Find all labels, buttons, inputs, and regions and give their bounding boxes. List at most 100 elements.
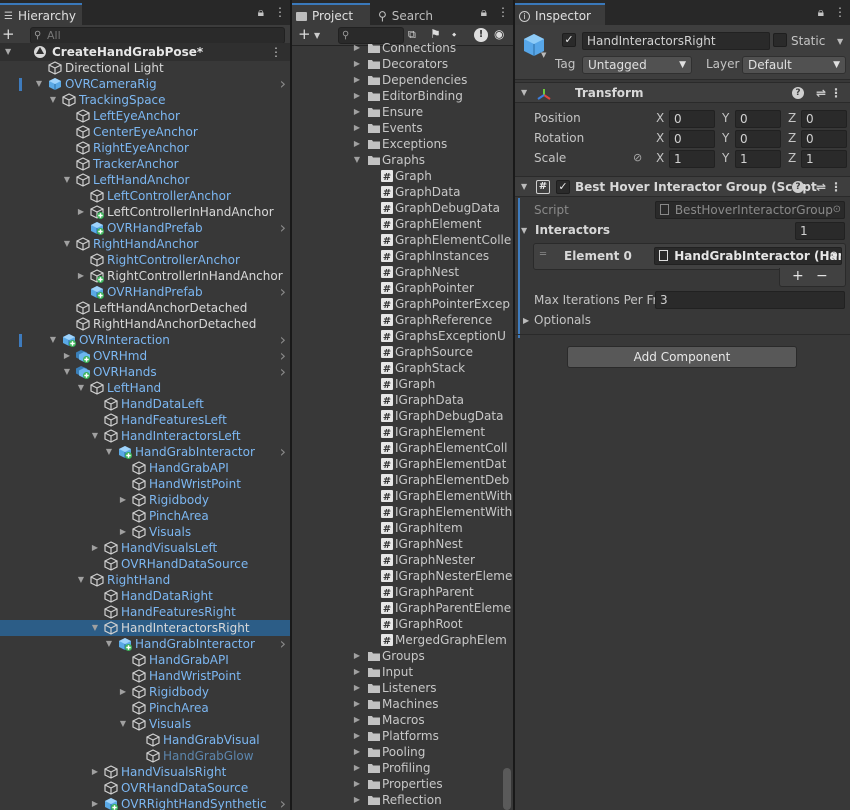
expanded-arrow-icon[interactable]: ▼	[48, 332, 58, 348]
preset-icon[interactable]: ⇌	[816, 83, 826, 103]
collapsed-arrow-icon[interactable]: ▶	[352, 680, 362, 696]
expanded-arrow-icon[interactable]: ▼	[62, 236, 72, 252]
hierarchy-item[interactable]: ▼ OVRCameraRig ›	[0, 76, 290, 92]
project-script[interactable]: # IGraphNest	[292, 536, 513, 552]
hierarchy-item[interactable]: ▶ Rigidbody	[0, 684, 290, 700]
hierarchy-item[interactable]: OVRHandDataSource	[0, 780, 290, 796]
element-object-field[interactable]: HandGrabInteractor (Han ⊙	[654, 247, 842, 265]
project-script[interactable]: # GraphPointerExcep	[292, 296, 513, 312]
hierarchy-item[interactable]: ▼ TrackingSpace	[0, 92, 290, 108]
hierarchy-item[interactable]: ▼ LeftHand	[0, 380, 290, 396]
hierarchy-item[interactable]: RightHandAnchorDetached	[0, 316, 290, 332]
expanded-arrow-icon[interactable]: ▼	[352, 152, 362, 168]
collapsed-arrow-icon[interactable]: ▶	[352, 776, 362, 792]
project-script[interactable]: # IGraphItem	[292, 520, 513, 536]
active-checkbox[interactable]: ✓	[562, 33, 576, 47]
project-script[interactable]: # GraphStack	[292, 360, 513, 376]
collapsed-arrow-icon[interactable]: ▶	[76, 268, 86, 284]
project-script[interactable]: # GraphsExceptionU	[292, 328, 513, 344]
collapsed-arrow-icon[interactable]: ▶	[118, 684, 128, 700]
lock-icon[interactable]: 🔒︎	[818, 5, 824, 20]
hierarchy-item[interactable]: LeftEyeAnchor	[0, 108, 290, 124]
project-folder[interactable]: ▶ Dependencies	[292, 72, 513, 88]
project-script[interactable]: # GraphNest	[292, 264, 513, 280]
static-checkbox[interactable]	[773, 33, 787, 47]
collapsed-arrow-icon[interactable]: ▶	[352, 728, 362, 744]
project-folder[interactable]: ▶ Ensure	[292, 104, 513, 120]
project-script[interactable]: # IGraph	[292, 376, 513, 392]
collapsed-arrow-icon[interactable]: ▶	[90, 764, 100, 780]
tab-search[interactable]: ⚲ Search	[374, 3, 446, 25]
hierarchy-item[interactable]: OVRHandPrefab ›	[0, 220, 290, 236]
project-script[interactable]: # GraphReference	[292, 312, 513, 328]
transform-rotation-z-field[interactable]: 0	[801, 130, 847, 148]
hierarchy-item[interactable]: ▼ HandGrabInteractor ›	[0, 636, 290, 652]
hierarchy-item[interactable]: Directional Light	[0, 60, 290, 76]
transform-position-y-field[interactable]: 0	[735, 110, 781, 128]
hierarchy-item[interactable]: ▼ OVRHands ›	[0, 364, 290, 380]
collapsed-arrow-icon[interactable]: ▶	[352, 744, 362, 760]
collapsed-arrow-icon[interactable]: ▶	[352, 136, 362, 152]
project-folder[interactable]: ▶ Exceptions	[292, 136, 513, 152]
help-icon[interactable]: ?	[792, 87, 804, 99]
interactors-count-field[interactable]: 1	[795, 222, 845, 240]
hierarchy-item[interactable]: HandFeaturesLeft	[0, 412, 290, 428]
transform-rotation-y-field[interactable]: 0	[735, 130, 781, 148]
project-script[interactable]: # GraphSource	[292, 344, 513, 360]
preset-icon[interactable]: ⇌	[816, 177, 826, 197]
transform-scale-z-field[interactable]: 1	[801, 150, 847, 168]
collapsed-arrow-icon[interactable]: ▶	[352, 104, 362, 120]
collapsed-arrow-icon[interactable]: ▶	[352, 664, 362, 680]
axis-x-label[interactable]: X	[656, 131, 664, 145]
hierarchy-item[interactable]: HandGrabGlow	[0, 748, 290, 764]
open-prefab-chevron-icon[interactable]: ›	[280, 364, 286, 380]
tab-inspector[interactable]: i Inspector	[515, 3, 605, 25]
expanded-arrow-icon[interactable]: ▼	[76, 380, 86, 396]
project-folder[interactable]: ▶ Macros	[292, 712, 513, 728]
hierarchy-item[interactable]: ▼ Visuals	[0, 716, 290, 732]
hierarchy-item[interactable]: LeftHandAnchorDetached	[0, 300, 290, 316]
collapsed-arrow-icon[interactable]: ▶	[90, 796, 100, 810]
kebab-menu-icon[interactable]: ⋮	[834, 5, 846, 20]
project-script[interactable]: # GraphDebugData	[292, 200, 513, 216]
project-folder[interactable]: ▶ Decorators	[292, 56, 513, 72]
axis-x-label[interactable]: X	[656, 111, 664, 125]
open-prefab-chevron-icon[interactable]: ›	[280, 636, 286, 652]
hierarchy-item[interactable]: ▼ OVRInteraction ›	[0, 332, 290, 348]
collapsed-arrow-icon[interactable]: ▶	[352, 40, 362, 56]
transform-scale-x-field[interactable]: 1	[669, 150, 715, 168]
kebab-menu-icon[interactable]: ⋮	[497, 5, 509, 20]
project-folder[interactable]: ▶ Groups	[292, 648, 513, 664]
hierarchy-item[interactable]: HandWristPoint	[0, 668, 290, 684]
kebab-menu-icon[interactable]: ⋮	[274, 5, 286, 20]
collapsed-arrow-icon[interactable]: ▶	[352, 712, 362, 728]
scene-header-row[interactable]: ▼ CreateHandGrabPose* ⋮	[0, 43, 290, 61]
hierarchy-item[interactable]: PinchArea	[0, 508, 290, 524]
object-picker-icon[interactable]: ⊙	[833, 202, 841, 218]
expanded-arrow-icon[interactable]: ▼	[76, 572, 86, 588]
project-script[interactable]: # GraphPointer	[292, 280, 513, 296]
component-header[interactable]: ▼ # ✓ Best Hover Interactor Group (Scrip…	[515, 176, 850, 197]
hierarchy-item[interactable]: HandFeaturesRight	[0, 604, 290, 620]
transform-rotation-x-field[interactable]: 0	[669, 130, 715, 148]
hierarchy-item[interactable]: HandGrabAPI	[0, 460, 290, 476]
hierarchy-item[interactable]: ▶ OVRHmd ›	[0, 348, 290, 364]
expanded-arrow-icon[interactable]: ▼	[90, 428, 100, 444]
hierarchy-item[interactable]: ▼ LeftHandAnchor	[0, 172, 290, 188]
expanded-arrow-icon[interactable]: ▼	[118, 716, 128, 732]
project-folder[interactable]: ▶ Pooling	[292, 744, 513, 760]
open-prefab-chevron-icon[interactable]: ›	[280, 796, 286, 810]
collapsed-arrow-icon[interactable]: ▶	[352, 760, 362, 776]
collapsed-arrow-icon[interactable]: ▶	[352, 696, 362, 712]
expanded-arrow-icon[interactable]: ▼	[48, 92, 58, 108]
collapsed-arrow-icon[interactable]: ▶	[118, 492, 128, 508]
hierarchy-item[interactable]: ▶ RightControllerInHandAnchor	[0, 268, 290, 284]
axis-z-label[interactable]: Z	[788, 111, 796, 125]
constrain-proportions-icon[interactable]: ⊘	[633, 151, 642, 164]
collapsed-arrow-icon[interactable]: ▶	[352, 648, 362, 664]
tab-hierarchy[interactable]: ☰ Hierarchy	[0, 3, 82, 25]
collapsed-arrow-icon[interactable]: ▶	[62, 348, 72, 364]
hierarchy-item[interactable]: RightControllerAnchor	[0, 252, 290, 268]
hierarchy-item[interactable]: HandDataLeft	[0, 396, 290, 412]
project-folder[interactable]: ▼ Graphs	[292, 152, 513, 168]
